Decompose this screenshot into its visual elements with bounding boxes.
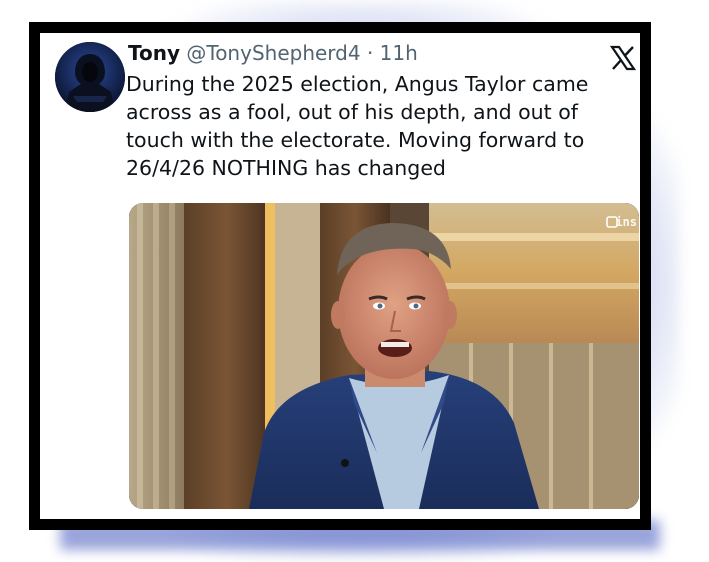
handle[interactable]: @TonyShepherd4 <box>186 41 360 65</box>
separator-dot: · <box>366 41 374 65</box>
x-logo-icon[interactable] <box>609 45 637 71</box>
tweet-card: Tony @TonyShepherd4 · 11h During the 202… <box>40 33 640 519</box>
tweet-text: During the 2025 election, Angus Taylor c… <box>126 72 589 180</box>
broadcaster-watermark: ins <box>615 215 637 229</box>
display-name[interactable]: Tony <box>128 41 180 65</box>
avatar[interactable] <box>55 42 125 112</box>
timestamp[interactable]: 11h <box>380 41 418 65</box>
tv-interview-image <box>129 203 639 509</box>
tweet-header: Tony @TonyShepherd4 · 11h <box>128 39 418 67</box>
hooded-figure-avatar-image <box>55 42 125 112</box>
tweet-media[interactable]: ins <box>129 203 639 509</box>
